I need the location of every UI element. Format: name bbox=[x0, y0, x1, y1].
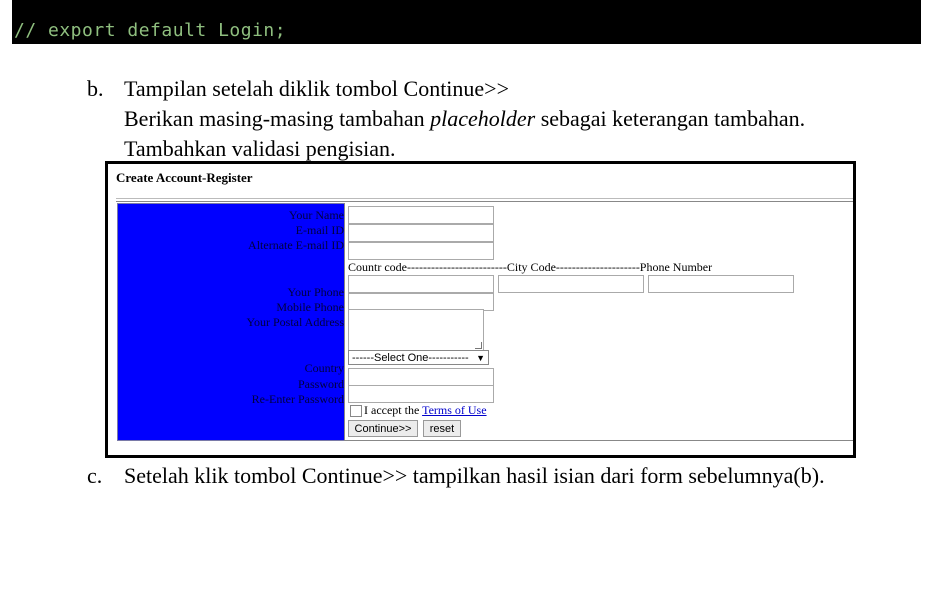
dropdown-arrow-icon: ▼ bbox=[476, 353, 485, 363]
password-input[interactable] bbox=[348, 368, 494, 386]
resize-grip-icon[interactable] bbox=[475, 342, 482, 349]
label-your-name: Your Name bbox=[288, 208, 344, 222]
your-name-input[interactable] bbox=[348, 206, 494, 224]
instruction-b-line2: Berikan masing-masing tambahan placehold… bbox=[124, 106, 805, 132]
country-code-input[interactable] bbox=[348, 275, 494, 293]
label-mobile-phone: Mobile Phone bbox=[276, 300, 344, 314]
terms-of-use-link[interactable]: Terms of Use bbox=[422, 403, 486, 417]
accept-terms-text: I accept the bbox=[364, 403, 423, 417]
list-marker-c: c. bbox=[87, 463, 103, 488]
form-column-divider bbox=[344, 203, 345, 441]
instruction-b-line3: Tambahkan validasi pengisian. bbox=[124, 136, 396, 161]
reenter-password-input[interactable] bbox=[348, 385, 494, 403]
code-snippet-bar: // export default Login; bbox=[12, 0, 921, 44]
phone-number-input[interactable] bbox=[648, 275, 794, 293]
title-divider bbox=[116, 198, 853, 199]
label-your-phone: Your Phone bbox=[287, 285, 344, 299]
form-title: Create Account-Register bbox=[116, 170, 253, 185]
instruction-b-line2-post: sebagai keterangan tambahan. bbox=[535, 106, 806, 131]
city-code-input[interactable] bbox=[498, 275, 644, 293]
instruction-b-line1: Tampilan setelah diklik tombol Continue>… bbox=[124, 76, 509, 101]
instruction-b-line2-pre: Berikan masing-masing tambahan bbox=[124, 106, 431, 131]
list-marker-b: b. bbox=[87, 76, 104, 101]
alt-email-input[interactable] bbox=[348, 242, 494, 260]
phone-columns-header: Countr code-------------------------City… bbox=[348, 260, 713, 274]
title-divider-2 bbox=[116, 201, 853, 202]
postal-address-textarea[interactable] bbox=[348, 309, 484, 351]
label-alt-email: Alternate E-mail ID bbox=[248, 238, 344, 252]
label-postal-address: Your Postal Address bbox=[246, 315, 344, 329]
register-form-screenshot: Create Account-Register Your Name E-mail… bbox=[105, 161, 856, 458]
country-select[interactable]: ------Select One----------- ▼ bbox=[348, 350, 489, 365]
continue-button[interactable]: Continue>> bbox=[348, 420, 418, 437]
country-select-value: ------Select One----------- bbox=[352, 352, 469, 364]
code-line: // export default Login; bbox=[14, 20, 287, 41]
label-email: E-mail ID bbox=[295, 223, 344, 237]
instruction-c-line: Setelah klik tombol Continue>> tampilkan… bbox=[124, 463, 825, 488]
email-input[interactable] bbox=[348, 224, 494, 242]
label-country: Country bbox=[304, 361, 344, 375]
form-bottom-border bbox=[345, 440, 853, 441]
label-password: Password bbox=[297, 377, 344, 391]
accept-terms-label: I accept the Terms of Use bbox=[364, 403, 487, 418]
reset-button[interactable]: reset bbox=[423, 420, 461, 437]
accept-terms-checkbox[interactable] bbox=[350, 405, 362, 417]
label-reenter-password: Re-Enter Password bbox=[251, 392, 344, 406]
label-column: Your Name E-mail ID Alternate E-mail ID … bbox=[117, 203, 345, 441]
placeholder-word: placeholder bbox=[430, 106, 536, 131]
